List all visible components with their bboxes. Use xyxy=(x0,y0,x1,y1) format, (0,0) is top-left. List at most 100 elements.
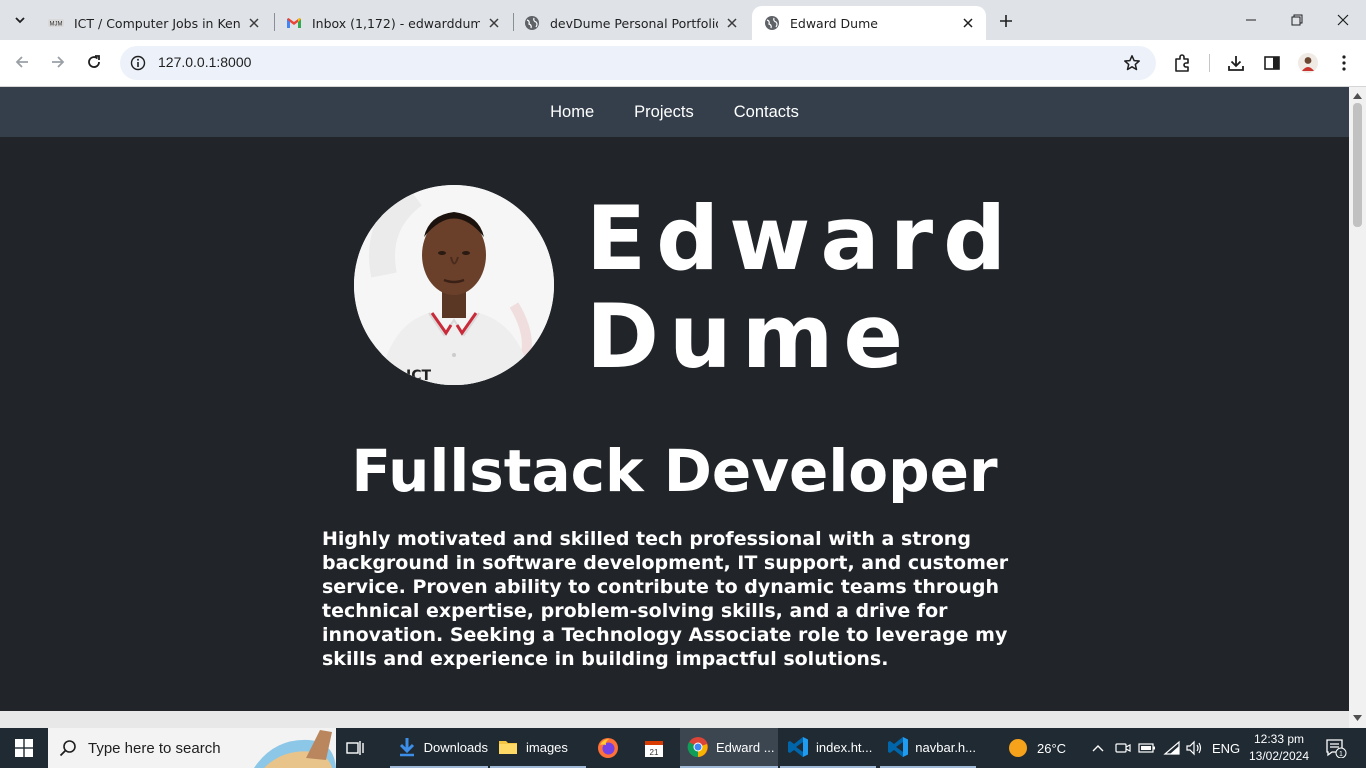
forward-button[interactable] xyxy=(44,48,72,76)
browser-toolbar: 127.0.0.1:8000 xyxy=(0,40,1366,87)
taskbar-app-vscode-index[interactable]: index.ht... xyxy=(780,728,876,768)
close-icon[interactable] xyxy=(960,15,976,31)
side-panel-icon[interactable] xyxy=(1260,51,1284,75)
firefox-icon xyxy=(596,736,620,760)
address-bar[interactable]: 127.0.0.1:8000 xyxy=(120,46,1156,80)
search-placeholder: Type here to search xyxy=(88,739,221,757)
chevron-down-icon xyxy=(15,17,25,24)
battery-icon[interactable] xyxy=(1137,738,1157,758)
bookmark-star-icon[interactable] xyxy=(1122,53,1142,73)
myjobmag-favicon: MJM xyxy=(48,15,64,31)
tab-title: devDume Personal Portfolio xyxy=(550,15,718,31)
taskbar-app-downloads[interactable]: Downloads xyxy=(390,728,488,768)
minimize-icon xyxy=(1246,19,1256,21)
folder-icon xyxy=(496,735,520,759)
notification-count: 1 xyxy=(1339,751,1343,758)
svg-text:ICT: ICT xyxy=(406,368,431,384)
toolbar-separator xyxy=(1209,54,1210,72)
search-highlight-illustration xyxy=(254,730,336,768)
windows-taskbar: Type here to search Downloads images 21 xyxy=(0,728,1366,768)
scroll-down-arrow-icon[interactable] xyxy=(1353,713,1362,722)
search-icon xyxy=(48,739,88,757)
weather-sun-icon[interactable] xyxy=(1008,738,1028,758)
taskbar-app-label: images xyxy=(526,739,568,755)
close-window-button[interactable] xyxy=(1320,0,1366,40)
close-icon[interactable] xyxy=(724,15,740,31)
tab-devdume-portfolio[interactable]: devDume Personal Portfolio xyxy=(512,6,750,40)
tab-search-button[interactable] xyxy=(6,6,34,34)
windows-logo-icon xyxy=(15,739,33,757)
url-text[interactable]: 127.0.0.1:8000 xyxy=(158,54,251,70)
profile-photo: ICT xyxy=(354,185,554,385)
plus-icon xyxy=(1000,15,1012,27)
volume-icon[interactable] xyxy=(1184,738,1204,758)
taskbar-app-label: index.ht... xyxy=(816,739,873,755)
menu-kebab-icon[interactable] xyxy=(1332,51,1356,75)
site-navbar: Home Projects Contacts xyxy=(0,87,1349,137)
reload-button[interactable] xyxy=(80,48,108,76)
task-view-button[interactable] xyxy=(344,728,376,768)
bio-paragraph: Highly motivated and skilled tech profes… xyxy=(322,528,1009,670)
taskbar-app-chrome[interactable]: Edward ... xyxy=(680,728,778,768)
minimize-button[interactable] xyxy=(1228,0,1274,40)
gmail-icon xyxy=(286,15,302,31)
clock-date: 13/02/2024 xyxy=(1248,749,1310,763)
notification-center-icon[interactable]: 1 xyxy=(1324,738,1348,758)
globe-icon xyxy=(524,15,540,31)
calendar-app-icon: 21 xyxy=(642,736,666,760)
taskbar-app-images[interactable]: images xyxy=(490,728,586,768)
tab-strip: MJM ICT / Computer Jobs in Kenya - Inbox… xyxy=(0,0,1366,40)
close-icon[interactable] xyxy=(486,15,502,31)
download-icon[interactable] xyxy=(1224,51,1248,75)
extensions-icon[interactable] xyxy=(1170,51,1194,75)
horizontal-scrollbar[interactable] xyxy=(0,711,1349,728)
tab-edward-dume[interactable]: Edward Dume xyxy=(752,6,986,40)
meet-now-icon[interactable] xyxy=(1113,738,1133,758)
nav-link-projects[interactable]: Projects xyxy=(634,103,694,122)
vscode-icon xyxy=(886,735,909,759)
task-view-icon xyxy=(344,736,368,760)
chrome-icon xyxy=(686,735,710,759)
taskbar-search-box[interactable]: Type here to search xyxy=(48,728,336,768)
start-button[interactable] xyxy=(0,728,48,768)
scroll-up-arrow-icon[interactable] xyxy=(1353,91,1362,100)
taskbar-app-calendar[interactable]: 21 xyxy=(642,728,672,768)
taskbar-app-label: navbar.h... xyxy=(915,739,976,755)
info-icon[interactable] xyxy=(128,53,148,73)
tab-title: Inbox (1,172) - edwarddume55@ xyxy=(312,15,480,31)
tab-gmail-inbox[interactable]: Inbox (1,172) - edwarddume55@ xyxy=(274,6,512,40)
language-indicator[interactable]: ENG xyxy=(1212,728,1240,768)
reload-icon xyxy=(88,55,100,68)
nav-link-home[interactable]: Home xyxy=(550,103,594,122)
restore-button[interactable] xyxy=(1274,0,1320,40)
vscode-icon xyxy=(786,735,810,759)
profile-avatar[interactable] xyxy=(1296,51,1320,75)
wifi-icon[interactable] xyxy=(1162,738,1182,758)
chevron-up-icon[interactable] xyxy=(1088,738,1108,758)
restore-icon xyxy=(1291,14,1303,26)
taskbar-app-label: Downloads xyxy=(423,739,488,755)
tab-title: ICT / Computer Jobs in Kenya - xyxy=(74,15,240,31)
hero-first-name: Edward xyxy=(586,187,1017,290)
tab-title: Edward Dume xyxy=(790,15,878,31)
arrow-left-icon xyxy=(15,56,28,68)
clock-time: 12:33 pm xyxy=(1253,732,1305,746)
globe-icon xyxy=(764,15,780,31)
scrollbar-thumb[interactable] xyxy=(1353,103,1362,227)
hero-name: Edward Dume xyxy=(586,190,1016,386)
page-viewport: Home Projects Contacts ICT Edward Dume F… xyxy=(0,87,1349,711)
svg-text:MJM: MJM xyxy=(50,22,63,28)
download-folder-icon xyxy=(396,735,418,759)
close-icon[interactable] xyxy=(246,15,262,31)
taskbar-app-label: Edward ... xyxy=(716,739,775,755)
back-button[interactable] xyxy=(8,48,36,76)
nav-link-contacts[interactable]: Contacts xyxy=(734,103,799,122)
taskbar-app-firefox[interactable] xyxy=(596,728,626,768)
taskbar-app-vscode-navbar[interactable]: navbar.h... xyxy=(880,728,976,768)
weather-temperature[interactable]: 26°C xyxy=(1037,728,1066,768)
tab-ict-jobs[interactable]: MJM ICT / Computer Jobs in Kenya - xyxy=(36,6,272,40)
new-tab-button[interactable] xyxy=(994,9,1018,33)
taskbar-clock[interactable]: 12:33 pm 13/02/2024 xyxy=(1240,731,1318,765)
role-title: Fullstack Developer xyxy=(351,437,998,505)
vertical-scrollbar[interactable] xyxy=(1349,87,1366,728)
